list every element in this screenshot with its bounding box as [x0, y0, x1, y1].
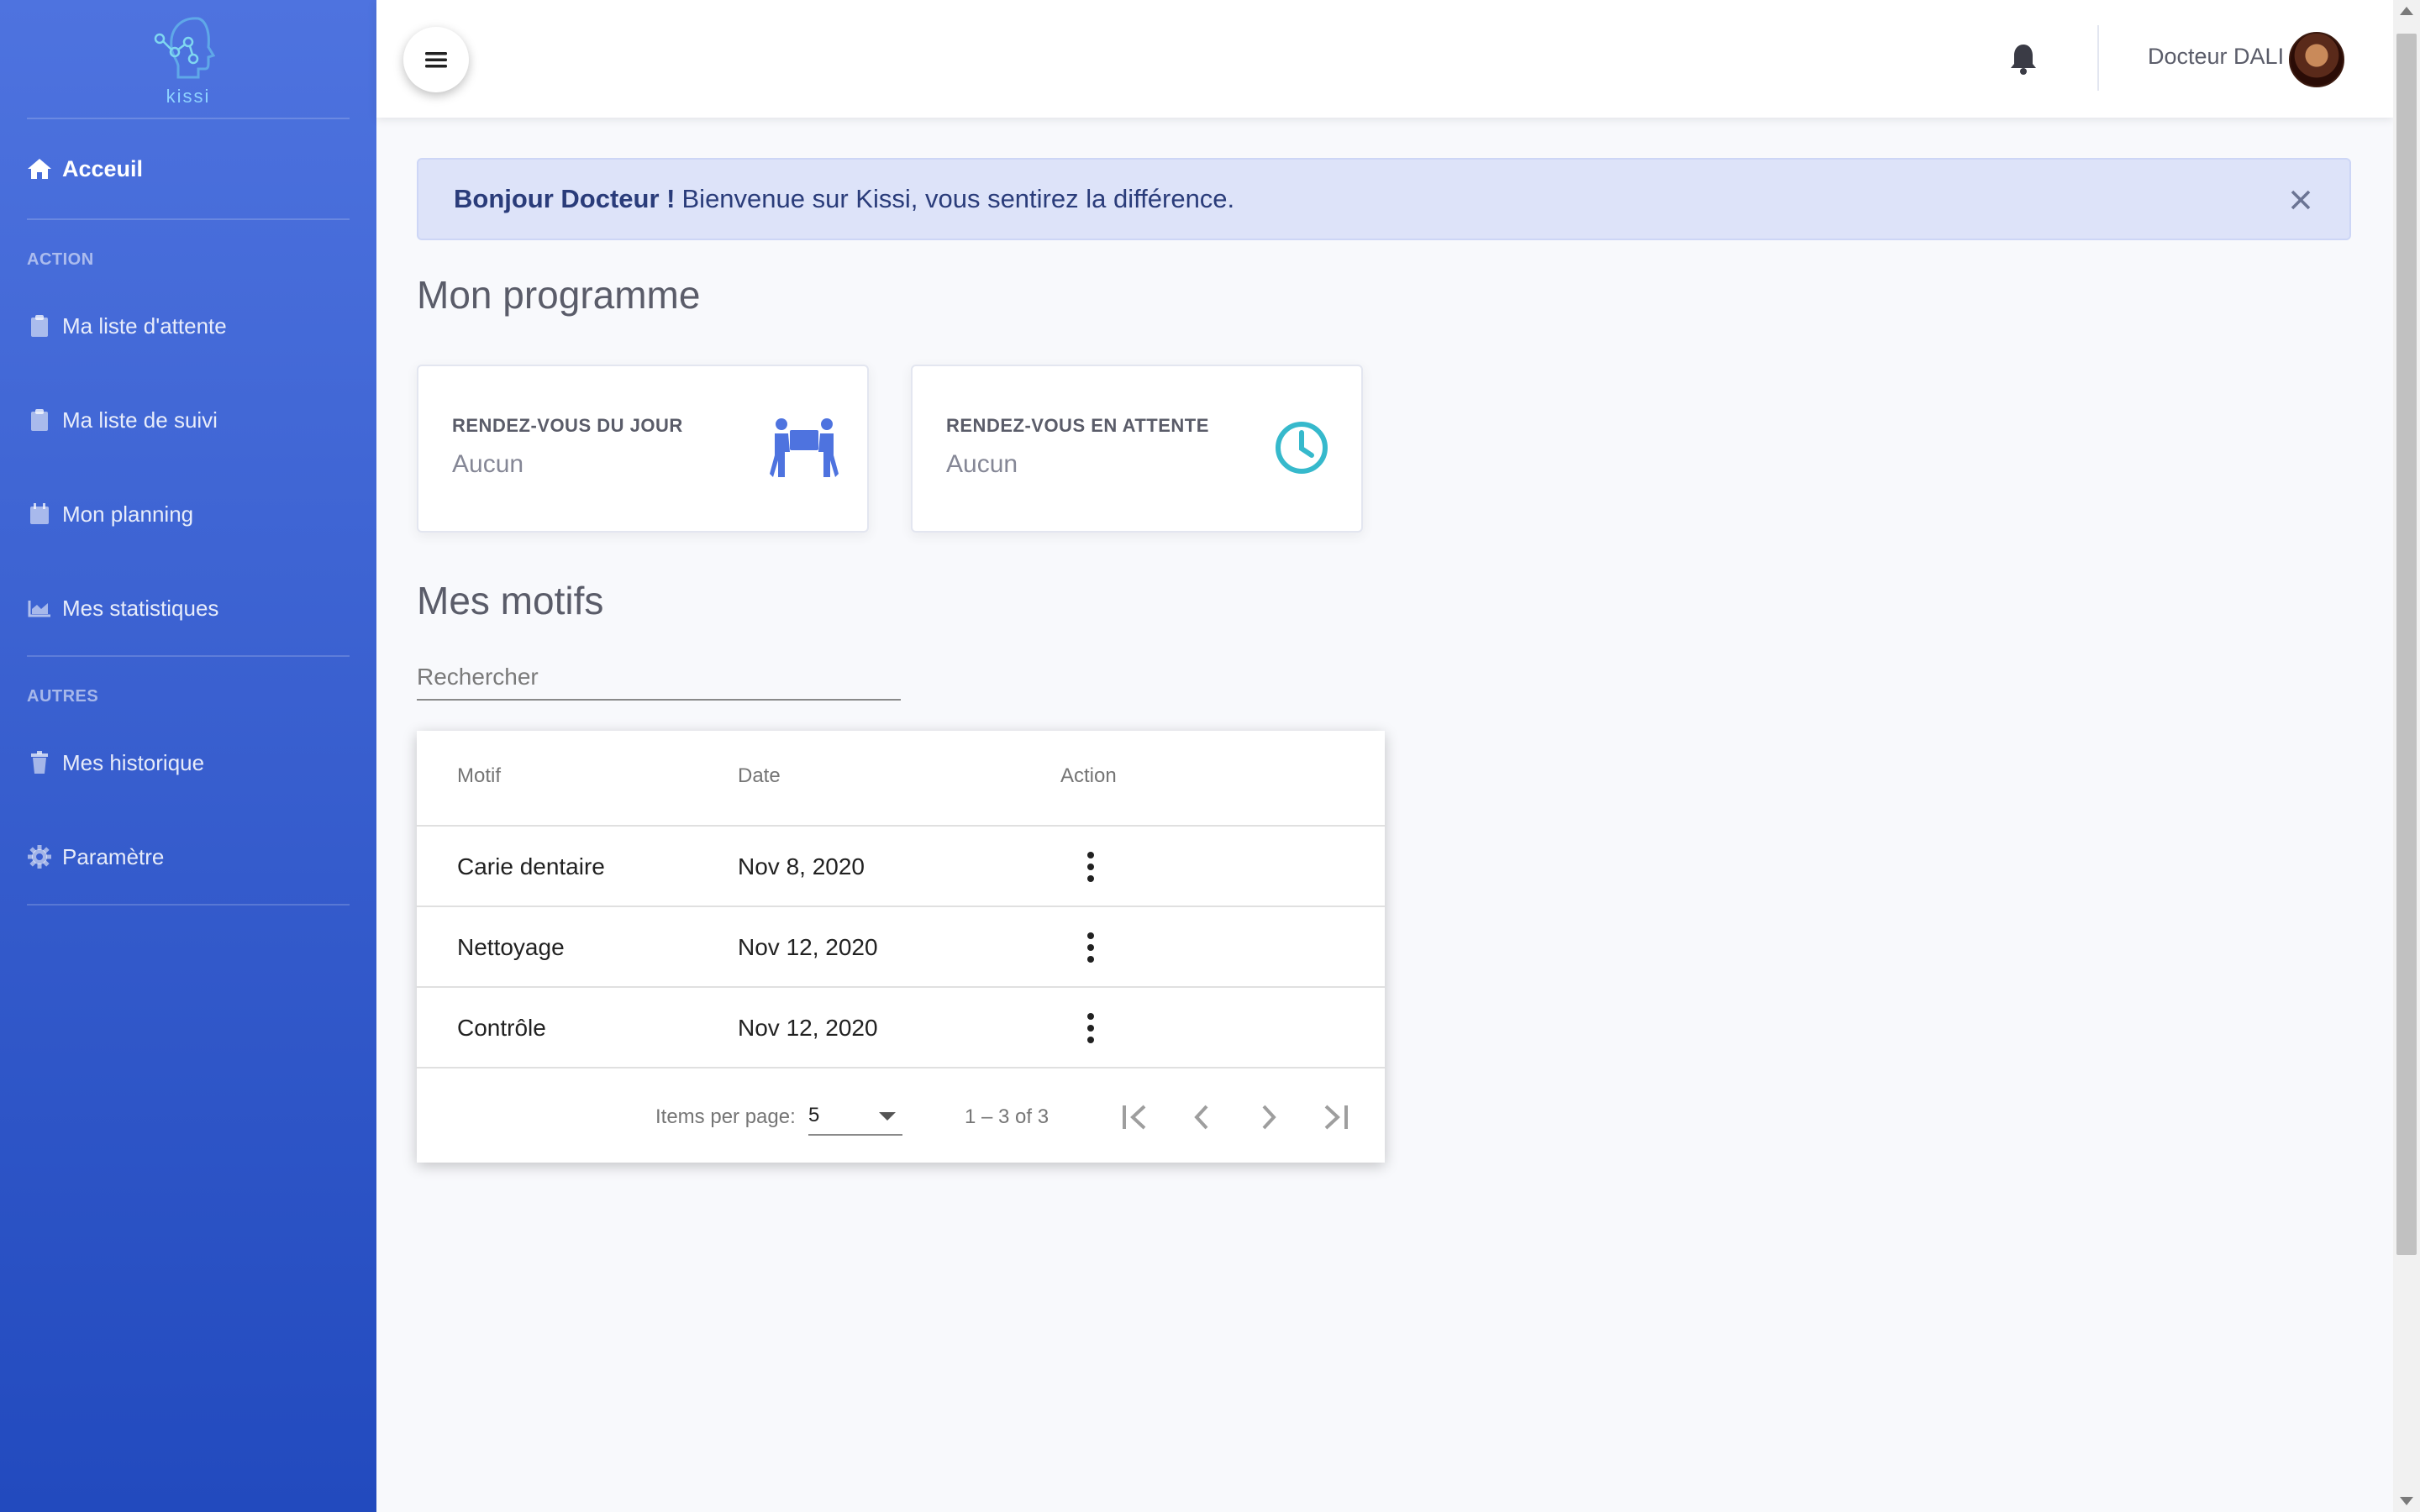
items-per-page-label: Items per page: — [655, 1105, 796, 1128]
scroll-down-arrow-icon[interactable] — [2400, 1497, 2413, 1505]
table-row[interactable]: Contrôle Nov 12, 2020 — [417, 986, 1385, 1067]
card-rdv-jour[interactable]: RENDEZ-VOUS DU JOUR Aucun — [417, 365, 869, 533]
sidebar-section-action: ACTION — [27, 250, 94, 269]
sidebar-item-planning[interactable]: Mon planning — [0, 467, 376, 561]
topbar: Docteur DALI — [376, 0, 2393, 118]
calendar-icon — [27, 501, 52, 527]
brand[interactable]: kissi — [0, 0, 376, 118]
topbar-divider — [2097, 25, 2099, 91]
gear-icon — [27, 844, 52, 869]
sidebar-item-liste-suivi[interactable]: Ma liste de suivi — [0, 373, 376, 467]
search-input[interactable] — [417, 664, 901, 690]
card-value: Aucun — [452, 450, 524, 478]
sidebar-toggle-button[interactable] — [403, 27, 469, 92]
cell-date: Nov 8, 2020 — [738, 853, 865, 879]
scroll-up-arrow-icon[interactable] — [2400, 7, 2413, 15]
sidebar-item-historique[interactable]: Mes historique — [0, 716, 376, 810]
card-caption: RENDEZ-VOUS DU JOUR — [452, 415, 683, 436]
more-options-icon[interactable] — [1081, 927, 1101, 968]
cell-motif: Nettoyage — [457, 934, 565, 960]
page-range-label: 1 – 3 of 3 — [965, 1105, 1050, 1128]
sidebar-section-autres: AUTRES — [27, 687, 99, 706]
clipboard-icon — [27, 313, 52, 339]
sidebar-item-parametre[interactable]: Paramètre — [0, 810, 376, 904]
card-value: Aucun — [946, 450, 1018, 478]
motifs-title: Mes motifs — [417, 579, 604, 622]
more-options-icon[interactable] — [1081, 1008, 1101, 1048]
home-icon — [27, 156, 52, 181]
sidebar-item-label: Mes historique — [62, 749, 205, 775]
last-page-icon — [1324, 1105, 1348, 1130]
table-row[interactable]: Carie dentaire Nov 8, 2020 — [417, 825, 1385, 906]
bell-icon[interactable] — [2008, 42, 2039, 76]
column-header-date[interactable]: Date — [738, 764, 781, 788]
sidebar-item-label: Ma liste de suivi — [62, 407, 218, 433]
cell-motif: Carie dentaire — [457, 853, 605, 879]
chevron-left-icon — [1194, 1105, 1208, 1130]
paginator: Items per page: 5 1 – 3 of 3 — [417, 1067, 1385, 1163]
sidebar: kissi Acceuil ACTION Ma liste d'attente … — [0, 0, 376, 1512]
alert-message: Bienvenue sur Kissi, vous sentirez la di… — [681, 184, 1235, 213]
sidebar-item-statistiques[interactable]: Mes statistiques — [0, 561, 376, 655]
card-rdv-attente[interactable]: RENDEZ-VOUS EN ATTENTE Aucun — [911, 365, 1363, 533]
user-name[interactable]: Docteur DALI — [2148, 44, 2284, 70]
sidebar-item-acceuil[interactable]: Acceuil — [0, 119, 376, 218]
cell-date: Nov 12, 2020 — [738, 934, 878, 960]
card-caption: RENDEZ-VOUS EN ATTENTE — [946, 415, 1209, 436]
chevron-right-icon — [1262, 1105, 1276, 1130]
previous-page-button[interactable] — [1178, 1094, 1225, 1141]
sidebar-item-label: Mon planning — [62, 501, 194, 527]
hamburger-icon — [425, 52, 447, 68]
people-carry-icon — [770, 418, 839, 477]
sidebar-item-label: Paramètre — [62, 843, 165, 869]
table-row[interactable]: Nettoyage Nov 12, 2020 — [417, 906, 1385, 986]
close-icon[interactable] — [2286, 185, 2316, 215]
area-chart-icon — [27, 596, 52, 621]
clipboard-icon — [27, 407, 52, 433]
alert-greeting: Bonjour Docteur ! — [454, 184, 676, 213]
search-field[interactable] — [417, 664, 901, 701]
clock-icon — [1276, 422, 1328, 474]
kissi-logo-icon — [154, 17, 216, 79]
motifs-table: Motif Date Action Carie dentaire Nov 8, … — [417, 731, 1385, 1163]
first-page-button[interactable] — [1111, 1094, 1158, 1141]
column-header-motif[interactable]: Motif — [457, 764, 501, 788]
sidebar-item-label: Ma liste d'attente — [62, 312, 227, 339]
sidebar-item-label: Mes statistiques — [62, 595, 219, 621]
page-size-value: 5 — [808, 1104, 820, 1126]
column-header-action: Action — [1060, 764, 1117, 787]
sidebar-divider — [27, 904, 350, 906]
trash-icon — [27, 750, 52, 775]
avatar[interactable] — [2289, 32, 2344, 87]
cell-date: Nov 12, 2020 — [738, 1015, 878, 1041]
dropdown-arrow-icon — [879, 1112, 896, 1121]
program-title: Mon programme — [417, 273, 701, 317]
more-options-icon[interactable] — [1081, 847, 1101, 887]
sidebar-item-label: Acceuil — [62, 155, 144, 181]
page-size-select[interactable]: 5 — [808, 1099, 902, 1136]
next-page-button[interactable] — [1245, 1094, 1292, 1141]
sidebar-item-liste-attente[interactable]: Ma liste d'attente — [0, 279, 376, 373]
first-page-icon — [1123, 1105, 1146, 1130]
last-page-button[interactable] — [1313, 1094, 1360, 1141]
welcome-alert: Bonjour Docteur ! Bienvenue sur Kissi, v… — [417, 158, 2351, 240]
cell-motif: Contrôle — [457, 1015, 546, 1041]
scrollbar-thumb[interactable] — [2396, 34, 2417, 1255]
